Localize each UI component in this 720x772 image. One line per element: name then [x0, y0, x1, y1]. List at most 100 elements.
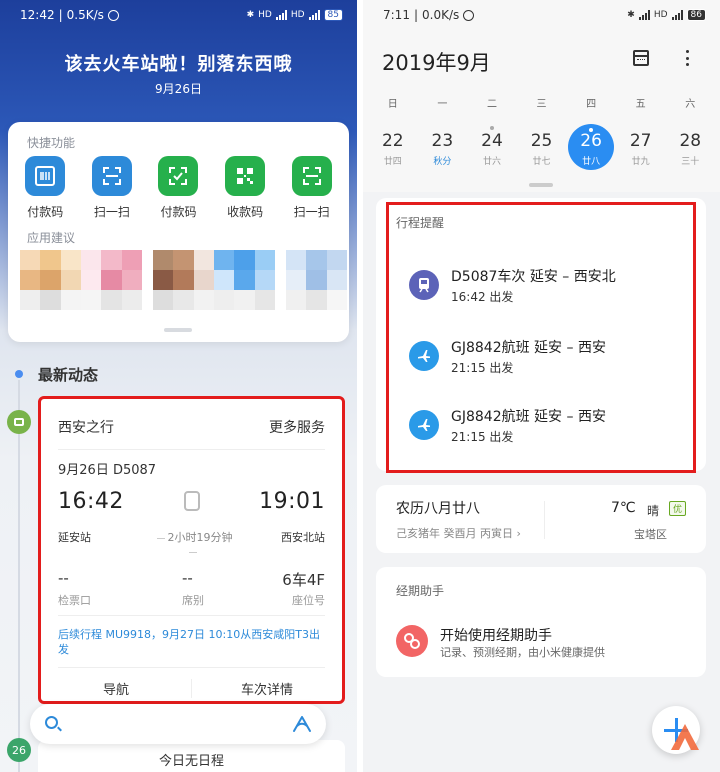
watermark-logo	[671, 724, 699, 750]
status-time: 7:11	[383, 8, 410, 22]
month-title[interactable]: 2019年9月	[382, 47, 491, 77]
train-details-button[interactable]: 车次详情	[191, 679, 342, 698]
ganzhi-date: 己亥猪年 癸酉月 丙寅日 ›	[396, 527, 521, 540]
period-description: 记录、预测经期，由小米健康提供	[440, 646, 605, 659]
divider	[58, 615, 325, 616]
status-time: 12:42	[20, 8, 55, 22]
battery-indicator: 85	[323, 9, 343, 21]
quick-item-label: 扫一扫	[293, 205, 330, 219]
scan-icon	[91, 156, 132, 196]
signal-icon	[638, 10, 650, 20]
hero-date: 9月26日	[155, 82, 202, 96]
day-cell[interactable]: 22 廿四	[368, 123, 418, 171]
train-badge-icon	[7, 410, 31, 434]
weekday-label: 五	[635, 99, 646, 110]
app-suggestions-label: 应用建议	[27, 231, 76, 245]
start-period-assistant[interactable]: 开始使用经期助手	[440, 625, 552, 645]
suggested-app-icon[interactable]	[20, 250, 81, 310]
weekday-row: 日 一 二 三 四 五 六	[368, 95, 715, 110]
seat-value: 6车4F	[282, 571, 325, 589]
train-icon	[184, 491, 200, 511]
depart-time: 16:42	[58, 489, 124, 514]
weekday-label: 一	[437, 99, 448, 110]
hd-icon: HD	[653, 10, 668, 20]
quick-item-label: 收款码	[227, 205, 264, 219]
no-event-card: 今日无日程	[38, 740, 345, 772]
trip-card[interactable]: 西安之行 更多服务 9月26日 D5087 16:42 19:01 延安站 2小…	[38, 396, 345, 704]
wechat-scan-icon	[291, 156, 332, 196]
period-card-title: 经期助手	[396, 584, 445, 598]
hero-title: 该去火车站啦！别落东西哦	[64, 54, 293, 75]
wechat-scan-button[interactable]: 扫一扫	[281, 156, 343, 220]
signal-icon	[308, 10, 320, 20]
quick-item-label: 付款码	[160, 205, 197, 219]
arrive-time: 19:01	[259, 489, 325, 514]
navigation-button[interactable]: 导航	[41, 679, 191, 698]
weather: 晴	[647, 504, 660, 518]
highlight-frame	[386, 202, 696, 473]
lunar-date: 农历八月廿八	[396, 501, 480, 517]
signal-icon	[671, 10, 683, 20]
day-cell[interactable]: 27 廿九	[616, 123, 666, 171]
wechat-receive-code-button[interactable]: 收款码	[214, 156, 276, 220]
suggested-app-icon[interactable]	[286, 250, 347, 310]
bluetooth-icon: ✱	[246, 10, 255, 20]
weekday-label: 六	[685, 99, 696, 110]
right-screen: 7:11 | 0.0K/s ✱ HD 86 2019年9月 日 一 二 三 四 …	[363, 0, 720, 772]
quick-item-label: 扫一扫	[93, 205, 130, 219]
follow-up-trip-link[interactable]: 后续行程 MU9918，9月27日 10:10从西安咸阳T3出发	[58, 627, 322, 657]
trip-title: 西安之行	[58, 419, 114, 436]
seat-class-label: 席别	[182, 594, 204, 607]
suggested-app-icon[interactable]	[81, 250, 142, 310]
lunar-weather-card[interactable]: 农历八月廿八 己亥猪年 癸酉月 丙寅日 › 7℃ 晴 优 宝塔区	[376, 485, 706, 553]
signal-icon	[275, 10, 287, 20]
alipay-scan-button[interactable]: 扫一扫	[81, 156, 143, 220]
barcode-icon	[25, 156, 66, 196]
calendar-drag-handle[interactable]	[529, 183, 553, 187]
day-cell[interactable]: 28 三十	[665, 123, 715, 171]
status-speed: 0.0K/s	[422, 8, 460, 22]
week-days-row: 22 廿四 23 秋分 24 廿六 25 廿七 26 廿八 27 廿九 28 三十	[368, 123, 715, 171]
timeline-day-badge: 26	[7, 738, 31, 762]
alipay-pay-code-button[interactable]: 付款码	[14, 156, 76, 220]
trip-date-train: 9月26日 D5087	[58, 463, 157, 478]
quick-functions-card: 快捷功能 付款码 扫一扫 付款码 收款码 扫一扫 应用建议	[8, 122, 349, 342]
bluetooth-icon: ✱	[627, 10, 635, 20]
period-assistant-card[interactable]: 经期助手 开始使用经期助手 记录、预测经期，由小米健康提供	[376, 567, 706, 677]
drag-handle[interactable]	[164, 328, 192, 332]
latest-updates-title: 最新动态	[38, 366, 99, 384]
wechat-pay-code-button[interactable]: 付款码	[147, 156, 209, 220]
seat-class-value: --	[182, 569, 193, 587]
suggested-app-icon[interactable]	[214, 250, 275, 310]
status-bar: 12:42 | 0.5K/s ✱ HD HD 85	[0, 0, 357, 30]
weekday-label: 二	[486, 99, 497, 110]
search-icon	[45, 716, 58, 729]
gate-value: --	[58, 569, 69, 587]
suggested-app-icon[interactable]	[153, 250, 214, 310]
arrive-station: 西安北站	[281, 531, 325, 544]
day-cell[interactable]: 25 廿七	[517, 123, 567, 171]
assistant-icon[interactable]	[292, 715, 312, 733]
more-services-button[interactable]: 更多服务	[269, 417, 325, 437]
alarm-icon	[463, 9, 475, 21]
trip-duration: 2小时19分钟	[148, 529, 238, 558]
gate-label: 检票口	[58, 594, 91, 607]
temperature: 7℃	[611, 500, 636, 516]
timeline-line	[18, 380, 20, 772]
status-bar: 7:11 | 0.0K/s ✱ HD 86	[363, 0, 720, 30]
day-cell[interactable]: 23 秋分	[418, 123, 468, 171]
hd-icon: HD	[258, 10, 272, 20]
quick-item-label: 付款码	[27, 205, 64, 219]
hd-icon: HD	[290, 10, 305, 20]
quick-functions-label: 快捷功能	[27, 136, 76, 150]
more-options-icon[interactable]	[686, 50, 690, 66]
day-cell[interactable]: 24 廿六	[467, 123, 517, 171]
alarm-icon	[107, 9, 119, 21]
wechat-pay-icon	[158, 156, 199, 196]
search-bar[interactable]	[30, 704, 326, 744]
seat-label: 座位号	[292, 594, 325, 607]
calendar-icon[interactable]	[633, 50, 649, 66]
day-cell-selected[interactable]: 26 廿八	[566, 123, 616, 171]
weekday-label: 四	[586, 99, 597, 110]
aqi-badge: 优	[669, 501, 687, 516]
